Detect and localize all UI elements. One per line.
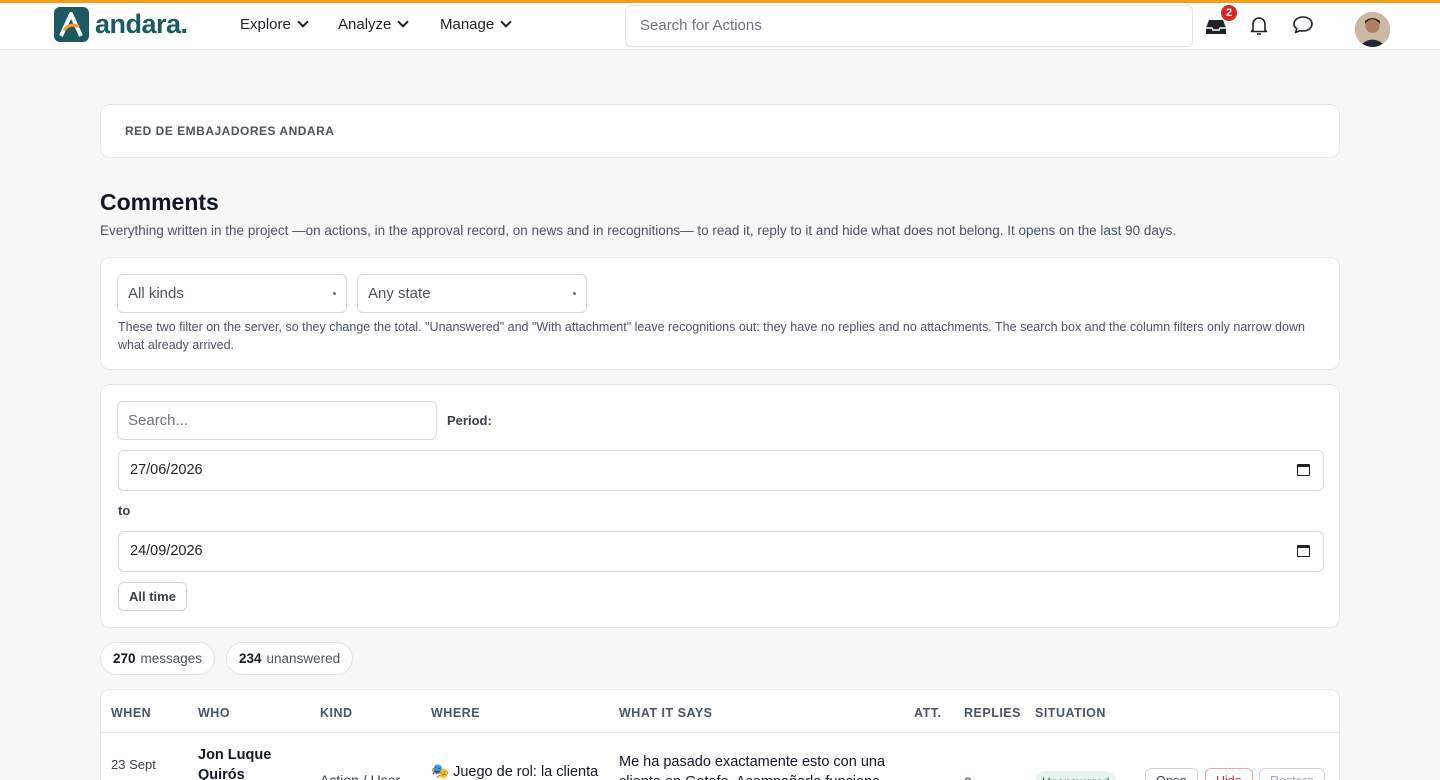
messages-count: 270 [113,651,136,666]
column-header-kind[interactable]: KIND [320,706,353,720]
table-header-divider [101,732,1339,733]
chevron-down-icon [397,16,410,28]
user-avatar[interactable] [1355,12,1390,47]
row-who[interactable]: Jon Luque Quirós [198,745,271,780]
select-caret-icon [573,292,576,295]
calendar-icon[interactable] [1297,464,1310,476]
nav-manage-label: Manage [440,16,495,33]
search-input[interactable]: Search... [117,401,437,440]
top-bar: andara. Explore Analyze Manage Search fo… [0,0,1440,50]
column-header-replies[interactable]: REPLIES [964,706,1021,720]
kind-select[interactable]: All kinds [117,274,347,313]
row-replies: 0 [964,774,972,780]
chevron-down-icon [297,16,309,28]
state-select[interactable]: Any state [357,274,587,313]
all-time-button[interactable]: All time [118,582,187,611]
filter-hint: These two filter on the server, so they … [118,320,1305,352]
action-search-input[interactable]: Search for Actions [625,5,1193,47]
row-kind: Action / User [320,772,401,780]
row-what-line1: Me ha pasado exactamente esto con una [619,754,886,770]
comments-table: WHEN WHO KIND WHERE WHAT IT SAYS ATT. RE… [100,689,1340,780]
period-from-value: 27/06/2026 [130,462,203,478]
org-card: RED DE EMBAJADORES ANDARA [100,104,1340,158]
nav-explore[interactable]: Explore [240,16,309,33]
column-header-who[interactable]: WHO [198,706,230,720]
row-what-line2: clienta en Getafe. Acompañarla funciona [619,772,885,780]
unanswered-count-label: unanswered [266,651,341,666]
chat-icon[interactable] [1291,13,1317,39]
column-header-attachment[interactable]: ATT. [914,706,941,720]
nav-analyze[interactable]: Analyze [338,16,410,33]
open-button[interactable]: Open [1145,768,1198,780]
period-from-date[interactable]: 27/06/2026 [118,450,1324,491]
column-header-where[interactable]: WHERE [431,706,480,720]
row-what: Me ha pasado exactamente esto con una cl… [619,752,885,780]
nav-analyze-label: Analyze [338,16,392,33]
theater-icon: 🎭 [431,764,450,780]
state-select-value: Any state [368,285,431,302]
restore-button[interactable]: Restore [1259,768,1325,780]
page-subtitle: Everything written in the project —on ac… [100,223,1177,238]
nav-explore-label: Explore [240,16,291,33]
chevron-down-icon [500,16,512,28]
messages-count-pill: 270 messages [100,642,216,675]
period-label: Period: [447,413,492,428]
column-header-when[interactable]: WHEN [111,706,151,720]
status-badge: Unanswered [1035,771,1117,780]
org-name: RED DE EMBAJADORES ANDARA [125,124,335,138]
kind-select-value: All kinds [128,285,184,302]
row-who-last: Quirós [198,767,245,780]
period-to-date[interactable]: 24/09/2026 [118,531,1324,572]
page-title: Comments [100,189,219,215]
column-header-what[interactable]: WHAT IT SAYS [619,706,713,720]
row-when-year: 2026 [111,775,156,780]
unanswered-count-pill: 234 unanswered [226,642,354,675]
messages-count-label: messages [140,651,203,666]
hide-button[interactable]: Hide [1205,768,1253,780]
bell-icon[interactable] [1247,13,1273,39]
period-to-label: to [118,503,131,518]
row-where-text: Juego de rol: la clienta [453,764,599,780]
row-who-first: Jon Luque [198,747,272,763]
row-when: 23 Sept 2026 [111,755,156,780]
search-period-card: Search... Period: 27/06/2026 to 24/09/20… [100,384,1340,628]
logo-text: andara. [95,9,188,39]
unanswered-count: 234 [239,651,262,666]
logo-mark-icon [54,7,89,42]
calendar-icon[interactable] [1297,545,1310,557]
column-header-situation[interactable]: SITUATION [1035,706,1106,720]
select-caret-icon [333,292,336,295]
row-where[interactable]: 🎭 Juego de rol: la clienta [431,763,598,780]
nav-manage[interactable]: Manage [440,16,512,33]
period-to-value: 24/09/2026 [130,543,203,559]
andara-logo[interactable]: andara. [54,7,188,42]
row-when-date: 23 Sept [111,757,156,772]
server-filters-card: All kinds Any state These two filter on … [100,257,1340,370]
inbox-count-badge: 2 [1221,5,1237,21]
